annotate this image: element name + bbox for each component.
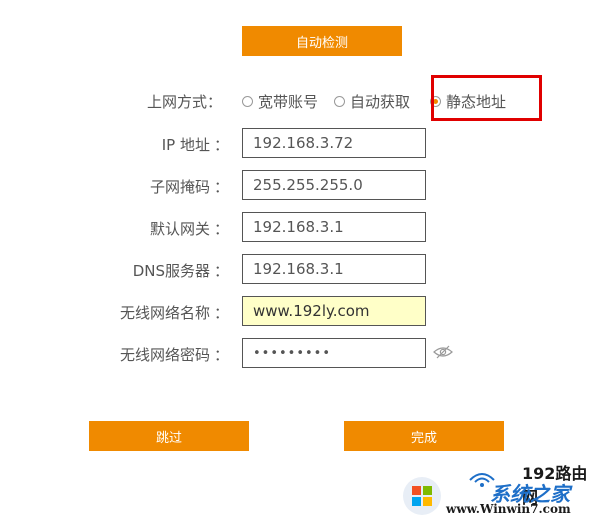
ip-label: IP 地址 [161, 136, 210, 154]
colon: ： [214, 304, 230, 322]
colon: ： [214, 262, 230, 280]
finish-button[interactable]: 完成 [344, 421, 504, 451]
gateway-field[interactable]: 192.168.3.1 [242, 212, 426, 242]
highlight-box [431, 75, 542, 121]
subnet-mask-label: 子网掩码 [149, 178, 210, 196]
radio-label: 自动获取 [350, 92, 411, 111]
colon: ： [214, 136, 230, 154]
radio-auto-obtain[interactable]: 自动获取 [334, 91, 410, 112]
eye-hidden-icon[interactable] [432, 344, 454, 360]
ip-address-field[interactable]: 192.168.3.72 [242, 128, 426, 158]
skip-button[interactable]: 跳过 [89, 421, 249, 451]
wireless-name-field[interactable]: www.192ly.com [242, 296, 426, 326]
watermark: 192路由网 系统之家 www.Winwin7.com [400, 458, 598, 520]
colon: ： [214, 178, 230, 196]
dns-label: DNS服务器 [132, 262, 210, 280]
radio-label: 宽带账号 [258, 92, 319, 111]
wireless-password-field[interactable]: ••••••••• [242, 338, 426, 368]
site-url: www.Winwin7.com [446, 502, 571, 516]
dns-field[interactable]: 192.168.3.1 [242, 254, 426, 284]
radio-broadband-account[interactable]: 宽带账号 [242, 91, 318, 112]
gateway-label: 默认网关 [149, 220, 210, 238]
subnet-mask-field[interactable]: 255.255.255.0 [242, 170, 426, 200]
colon: ： [214, 346, 230, 364]
colon: ： [214, 220, 230, 238]
ssid-label: 无线网络名称 [119, 304, 210, 322]
auto-detect-button[interactable]: 自动检测 [242, 26, 402, 56]
connection-type-label: 上网方式： [146, 93, 222, 111]
password-label: 无线网络密码 [119, 346, 210, 364]
radio-circle-icon [334, 95, 346, 107]
radio-circle-icon [242, 95, 253, 107]
